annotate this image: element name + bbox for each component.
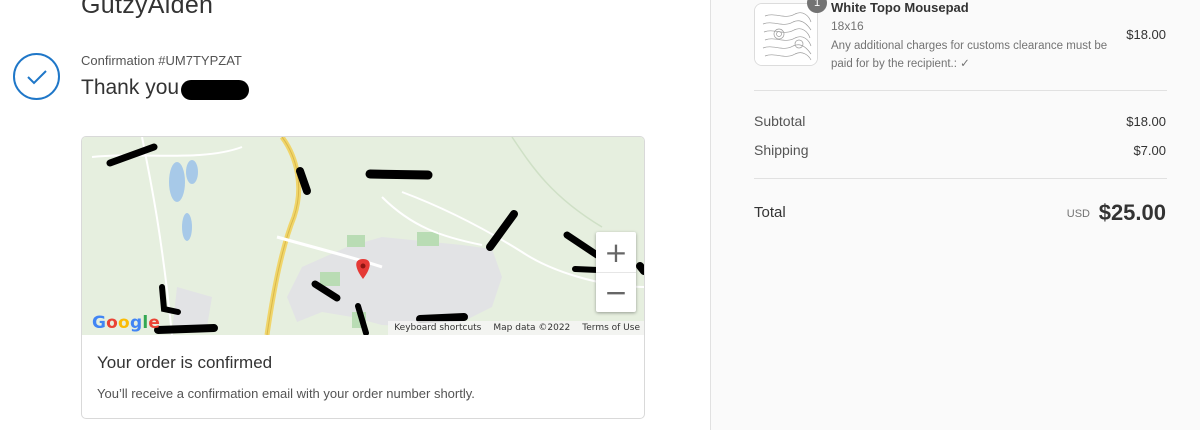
map-attribution: Keyboard shortcuts Map data ©2022 Terms … (388, 321, 644, 335)
total-label: Total (754, 204, 786, 221)
divider (754, 178, 1167, 179)
total-currency: USD (1066, 208, 1090, 220)
zoom-controls: + − (596, 232, 636, 312)
map[interactable]: + − Google Keyboard shortcuts Map data ©… (82, 137, 644, 335)
product-customs-note: Any additional charges for customs clear… (831, 40, 1108, 70)
redaction-mark (181, 80, 249, 100)
shipping-value: $7.00 (1133, 143, 1166, 158)
map-data-label: Map data ©2022 (493, 323, 571, 333)
store-name: GutzyAiden (81, 0, 214, 19)
zoom-out-button[interactable]: − (596, 272, 636, 312)
terms-of-use-link[interactable]: Terms of Use (582, 323, 640, 333)
check-circle-icon (13, 53, 60, 100)
total-value: $25.00 (1098, 200, 1166, 225)
confirmation-number: Confirmation #UM7TYPZAT (81, 53, 242, 68)
order-confirmed-title: Your order is confirmed (97, 353, 273, 372)
zoom-in-button[interactable]: + (596, 232, 636, 272)
subtotal-value: $18.00 (1126, 114, 1166, 129)
order-summary-sidebar: 1 White Topo Mousepad 18x16 Any addition… (710, 0, 1200, 430)
keyboard-shortcuts-link[interactable]: Keyboard shortcuts (394, 323, 481, 333)
order-confirmed-subtitle: You’ll receive a confirmation email with… (97, 386, 475, 401)
shipping-label: Shipping (754, 142, 809, 158)
map-graphic (82, 137, 644, 335)
product-variant: 18x16 (831, 19, 864, 33)
divider (754, 90, 1167, 91)
product-thumbnail (754, 3, 818, 66)
order-status-card: + − Google Keyboard shortcuts Map data ©… (81, 136, 645, 419)
product-price: $18.00 (1126, 27, 1166, 42)
product-name: White Topo Mousepad (831, 0, 969, 15)
subtotal-label: Subtotal (754, 113, 806, 129)
thank-you-heading: Thank you (81, 76, 180, 99)
google-logo[interactable]: Google (92, 313, 160, 333)
